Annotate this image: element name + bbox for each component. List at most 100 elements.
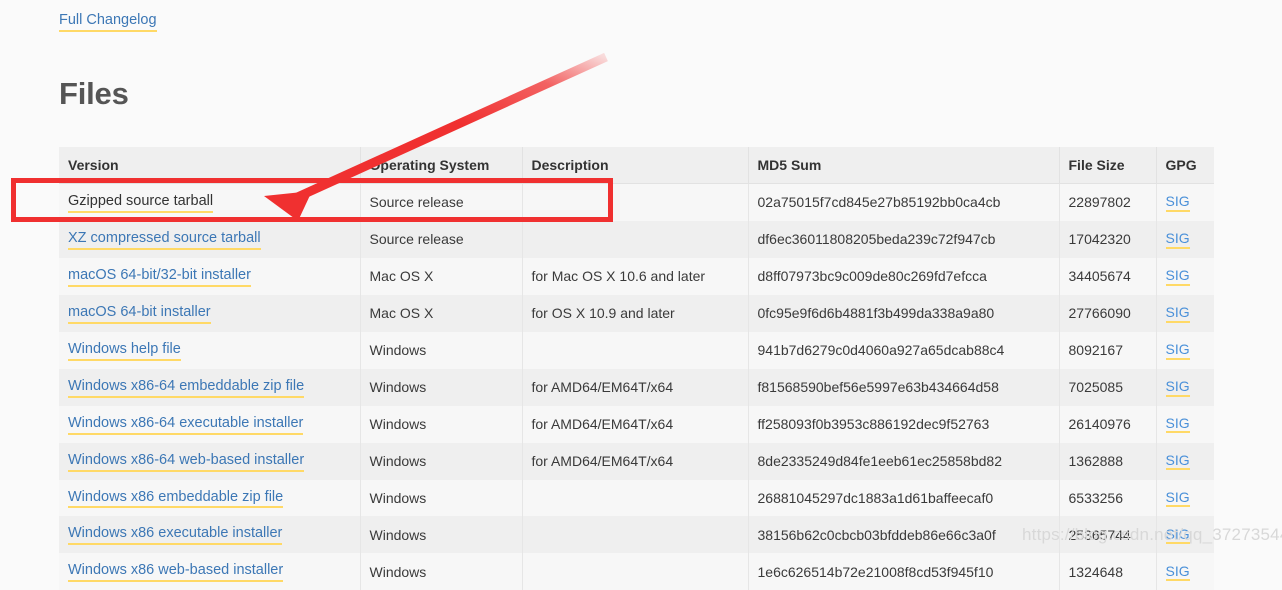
- table-row: Windows x86 executable installer Windows 3…: [59, 516, 1214, 553]
- cell-operating-system: Windows: [360, 553, 522, 590]
- cell-operating-system: Windows: [360, 516, 522, 553]
- cell-file-size: 34405674: [1059, 258, 1156, 295]
- version-download-link[interactable]: Windows x86-64 executable installer: [68, 416, 303, 435]
- cell-operating-system: Windows: [360, 332, 522, 369]
- version-download-link[interactable]: Gzipped source tarball: [68, 194, 213, 213]
- sig-link[interactable]: SIG: [1166, 453, 1190, 471]
- cell-operating-system: Source release: [360, 184, 522, 221]
- cell-description: [522, 516, 748, 553]
- full-changelog-link[interactable]: Full Changelog: [59, 13, 157, 32]
- cell-version: Windows x86 web-based installer: [59, 553, 360, 590]
- version-download-link[interactable]: Windows help file: [68, 342, 181, 361]
- cell-gpg: SIG: [1156, 553, 1214, 590]
- cell-md5-sum: 941b7d6279c0d4060a927a65dcab88c4: [748, 332, 1059, 369]
- cell-version: macOS 64-bit installer: [59, 295, 360, 332]
- table-row: Windows x86-64 executable installer Windo…: [59, 406, 1214, 443]
- version-download-link[interactable]: Windows x86-64 web-based installer: [68, 453, 304, 472]
- column-header-version[interactable]: Version: [59, 147, 360, 184]
- cell-gpg: SIG: [1156, 258, 1214, 295]
- cell-md5-sum: df6ec36011808205beda239c72f947cb: [748, 221, 1059, 258]
- cell-file-size: 22897802: [1059, 184, 1156, 221]
- sig-link[interactable]: SIG: [1166, 231, 1190, 249]
- table-row: XZ compressed source tarball Source relea…: [59, 221, 1214, 258]
- version-download-link[interactable]: Windows x86-64 embeddable zip file: [68, 379, 304, 398]
- cell-version: XZ compressed source tarball: [59, 221, 360, 258]
- cell-gpg: SIG: [1156, 443, 1214, 480]
- version-download-link[interactable]: macOS 64-bit installer: [68, 305, 211, 324]
- column-header-filesize[interactable]: File Size: [1059, 147, 1156, 184]
- sig-link[interactable]: SIG: [1166, 416, 1190, 434]
- table-row: Windows help file Windows 941b7d6279c0d406…: [59, 332, 1214, 369]
- version-download-link[interactable]: macOS 64-bit/32-bit installer: [68, 268, 251, 287]
- sig-link[interactable]: SIG: [1166, 268, 1190, 286]
- cell-description: for OS X 10.9 and later: [522, 295, 748, 332]
- cell-description: [522, 553, 748, 590]
- table-row: Windows x86 web-based installer Windows 1e…: [59, 553, 1214, 590]
- cell-version: Gzipped source tarball: [59, 184, 360, 221]
- column-header-os[interactable]: Operating System: [360, 147, 522, 184]
- cell-version: Windows x86 embeddable zip file: [59, 480, 360, 517]
- sig-link[interactable]: SIG: [1166, 305, 1190, 323]
- table-header-row: Version Operating System Description MD5…: [59, 147, 1214, 184]
- cell-md5-sum: 8de2335249d84fe1eeb61ec25858bd82: [748, 443, 1059, 480]
- cell-md5-sum: 02a75015f7cd845e27b85192bb0ca4cb: [748, 184, 1059, 221]
- files-table-head: Version Operating System Description MD5…: [59, 147, 1214, 184]
- cell-operating-system: Windows: [360, 480, 522, 517]
- column-header-gpg[interactable]: GPG: [1156, 147, 1214, 184]
- cell-file-size: 7025085: [1059, 369, 1156, 406]
- cell-description: for AMD64/EM64T/x64: [522, 406, 748, 443]
- cell-file-size: 1324648: [1059, 553, 1156, 590]
- cell-file-size: 1362888: [1059, 443, 1156, 480]
- version-download-link[interactable]: Windows x86 embeddable zip file: [68, 490, 283, 509]
- version-download-link[interactable]: XZ compressed source tarball: [68, 231, 261, 250]
- cell-operating-system: Windows: [360, 369, 522, 406]
- cell-operating-system: Windows: [360, 443, 522, 480]
- cell-gpg: SIG: [1156, 516, 1214, 553]
- cell-version: macOS 64-bit/32-bit installer: [59, 258, 360, 295]
- table-row: Windows x86-64 web-based installer Window…: [59, 443, 1214, 480]
- cell-gpg: SIG: [1156, 369, 1214, 406]
- cell-file-size: 27766090: [1059, 295, 1156, 332]
- cell-md5-sum: d8ff07973bc9c009de80c269fd7efcca: [748, 258, 1059, 295]
- column-header-description[interactable]: Description: [522, 147, 748, 184]
- cell-operating-system: Mac OS X: [360, 258, 522, 295]
- table-row: Windows x86 embeddable zip file Windows 26…: [59, 480, 1214, 517]
- cell-md5-sum: f81568590bef56e5997e63b434664d58: [748, 369, 1059, 406]
- sig-link[interactable]: SIG: [1166, 490, 1190, 508]
- cell-description: [522, 184, 748, 221]
- cell-version: Windows x86-64 web-based installer: [59, 443, 360, 480]
- cell-file-size: 17042320: [1059, 221, 1156, 258]
- cell-md5-sum: 0fc95e9f6d6b4881f3b499da338a9a80: [748, 295, 1059, 332]
- table-row: macOS 64-bit/32-bit installer Mac OS Xfor…: [59, 258, 1214, 295]
- sig-link[interactable]: SIG: [1166, 194, 1190, 212]
- cell-description: for Mac OS X 10.6 and later: [522, 258, 748, 295]
- table-row: Windows x86-64 embeddable zip file Window…: [59, 369, 1214, 406]
- cell-operating-system: Mac OS X: [360, 295, 522, 332]
- cell-file-size: 26140976: [1059, 406, 1156, 443]
- cell-operating-system: Source release: [360, 221, 522, 258]
- version-download-link[interactable]: Windows x86 web-based installer: [68, 563, 283, 582]
- version-download-link[interactable]: Windows x86 executable installer: [68, 526, 282, 545]
- files-table-body: Gzipped source tarball Source release 02a7…: [59, 184, 1214, 590]
- changelog-link-wrapper: Full Changelog: [59, 11, 157, 32]
- cell-file-size: 25365744: [1059, 516, 1156, 553]
- page-title: Files: [59, 76, 129, 112]
- cell-md5-sum: 26881045297dc1883a1d61baffeecaf0: [748, 480, 1059, 517]
- cell-md5-sum: 38156b62c0cbcb03bfddeb86e66c3a0f: [748, 516, 1059, 553]
- sig-link[interactable]: SIG: [1166, 527, 1190, 545]
- cell-description: for AMD64/EM64T/x64: [522, 369, 748, 406]
- files-table-wrapper: Version Operating System Description MD5…: [59, 147, 1214, 590]
- cell-version: Windows x86-64 executable installer: [59, 406, 360, 443]
- cell-version: Windows help file: [59, 332, 360, 369]
- cell-md5-sum: 1e6c626514b72e21008f8cd53f945f10: [748, 553, 1059, 590]
- column-header-md5[interactable]: MD5 Sum: [748, 147, 1059, 184]
- sig-link[interactable]: SIG: [1166, 342, 1190, 360]
- cell-description: [522, 480, 748, 517]
- cell-file-size: 8092167: [1059, 332, 1156, 369]
- files-table: Version Operating System Description MD5…: [59, 147, 1214, 590]
- table-row: Gzipped source tarball Source release 02a7…: [59, 184, 1214, 221]
- sig-link[interactable]: SIG: [1166, 379, 1190, 397]
- cell-operating-system: Windows: [360, 406, 522, 443]
- cell-gpg: SIG: [1156, 295, 1214, 332]
- sig-link[interactable]: SIG: [1166, 564, 1190, 582]
